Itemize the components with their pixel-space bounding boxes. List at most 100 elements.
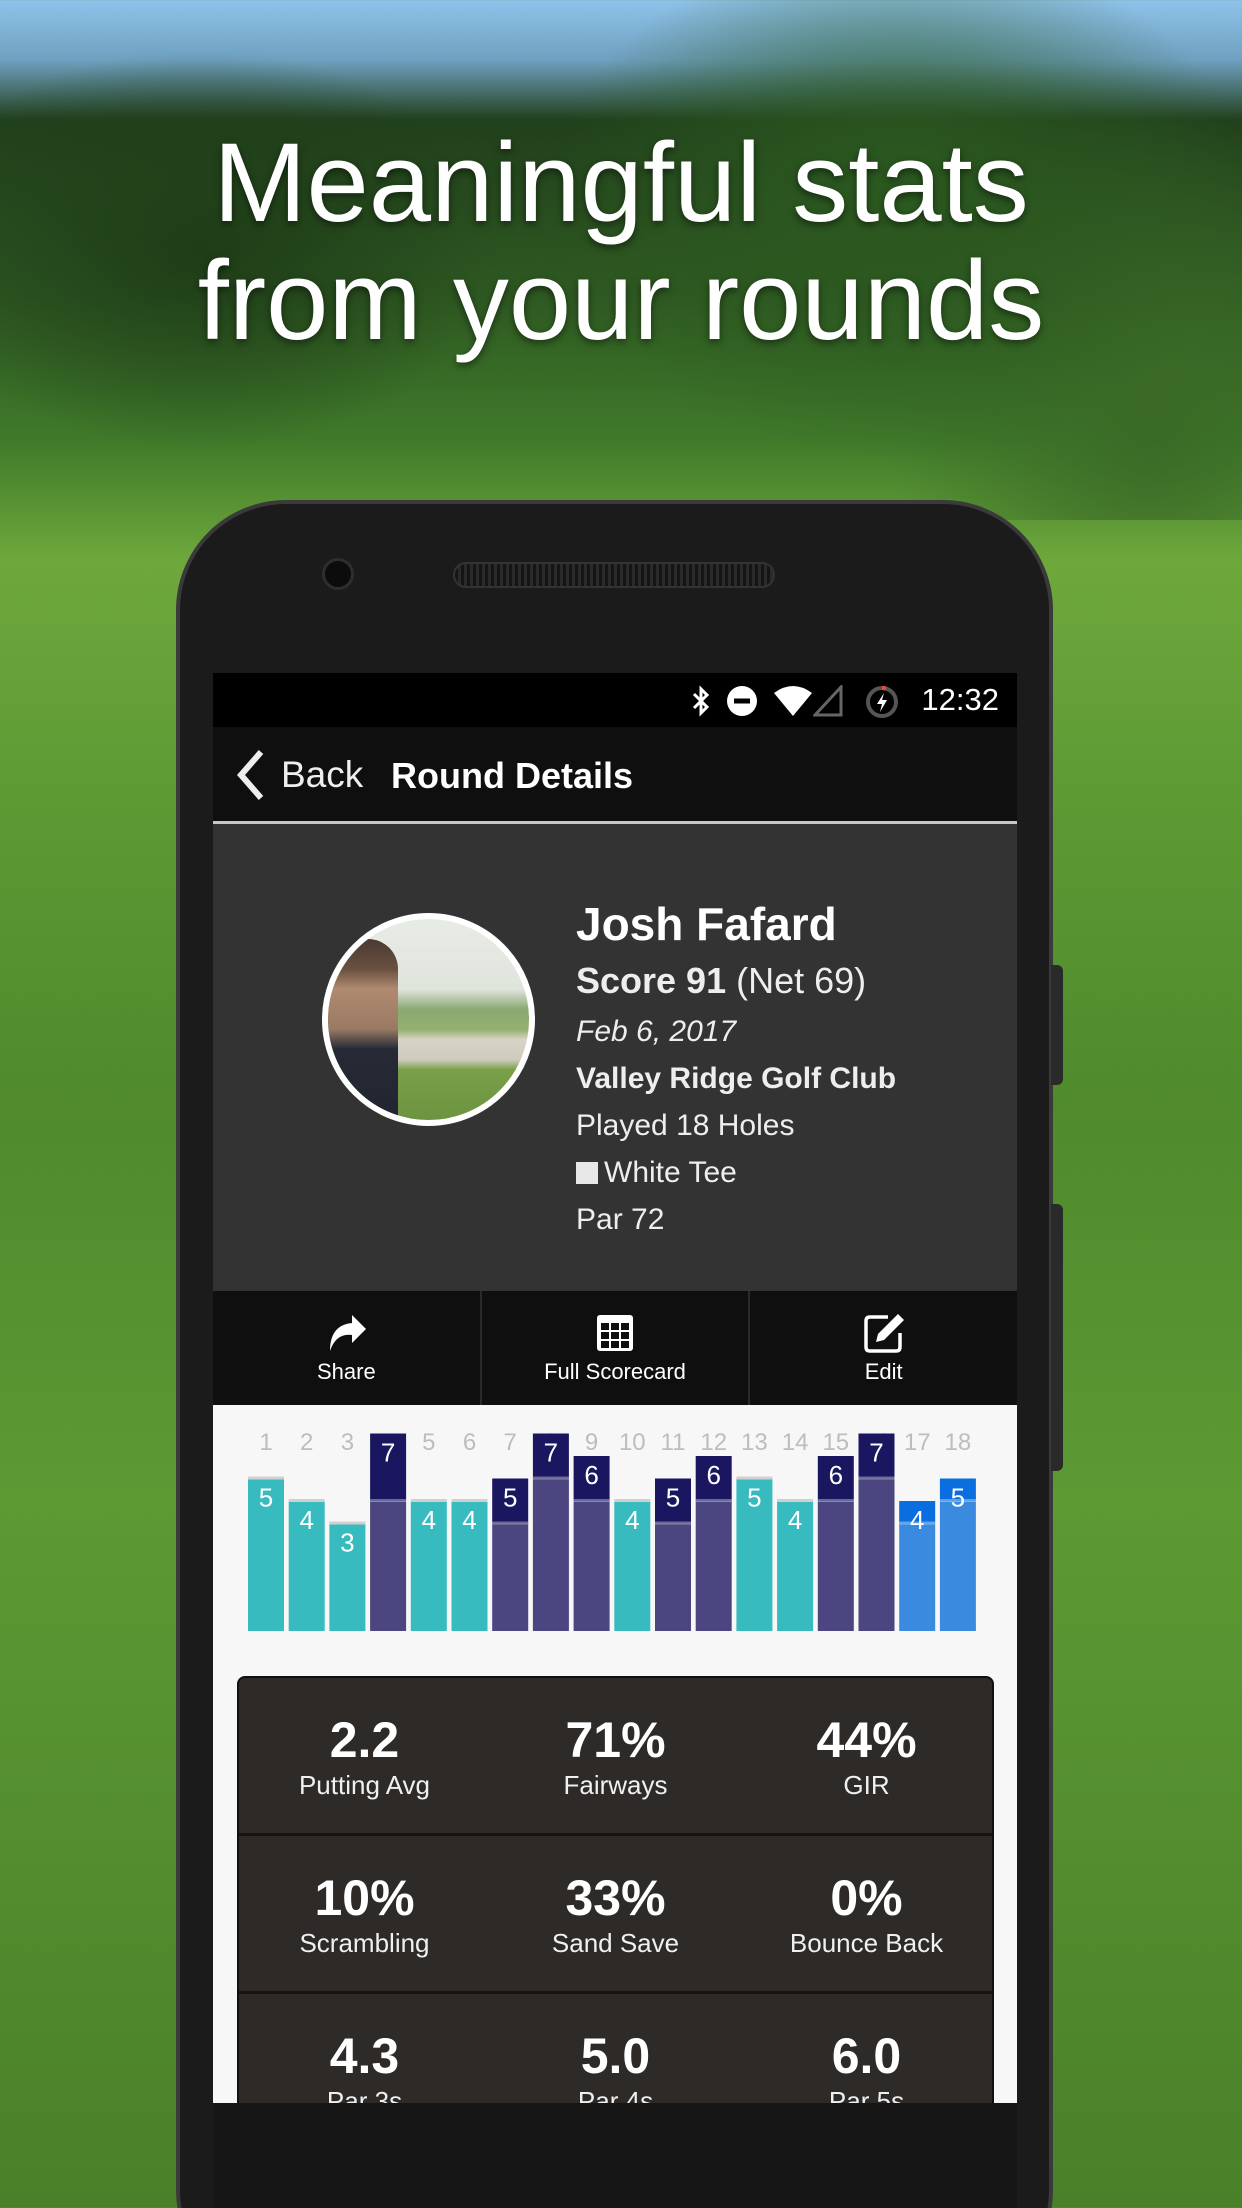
share-icon [330,1315,367,1351]
stat-label: Fairways [563,1770,668,1800]
stat-value: 2.2 [329,1712,400,1768]
battery-charging-icon [866,686,898,718]
stat-label: Putting Avg [298,1770,431,1800]
hole-number-label: 18 [945,1429,972,1456]
stats-row: 10% Scrambling 33% Sand Save 0% Bounce Back [239,1836,992,1994]
stat-scrambling: 10% Scrambling [239,1836,490,1991]
par-bar [858,1478,895,1631]
stat-value: 0% [830,1870,903,1926]
stats-card: 2.2 Putting Avg 71% Fairways 44% GIR 10% Scramb… [237,1676,994,2103]
par-bar [532,1478,569,1631]
hole-number-label: 2 [300,1429,313,1456]
do-not-disturb-icon [727,686,757,716]
chevron-left-icon [237,750,264,800]
status-bar: 12:32 [213,673,1017,727]
hole-score-chart: 1524334754647587961041151261351441561671… [248,1429,976,1631]
par-line [777,1499,814,1502]
par-line [370,1499,407,1502]
par-bar [939,1501,976,1631]
round-summary: Josh Fafard Score 91 (Net 69) Feb 6, 201… [213,824,1017,1291]
par-line [492,1521,529,1525]
stat-value: 44% [816,1712,917,1768]
hole-number-label: 14 [782,1429,809,1456]
stat-bounce-back: 0% Bounce Back [741,1836,992,1991]
stats-row: 4.3 Par 3s 5.0 Par 4s 6.0 Par 5s [239,1994,992,2103]
stat-value: 6.0 [831,2028,902,2084]
app-bar: Back Round Details [213,727,1017,824]
course-name: Valley Ridge Golf Club [576,1062,897,1095]
stat-label: GIR [843,1770,890,1800]
hole-number-label: 1 [259,1429,272,1456]
score-label: 5 [951,1483,965,1513]
clock: 12:32 [921,682,999,717]
headline-line-2: from your rounds [197,238,1045,363]
par-line [288,1499,325,1502]
stat-par-4s: 5.0 Par 4s [490,1994,741,2103]
score-label: 4 [625,1505,639,1535]
par-bar [655,1523,691,1631]
score-label: 4 [299,1505,313,1535]
round-date: Feb 6, 2017 [576,1015,737,1048]
par-line [248,1476,284,1480]
stat-label: Par 5s [828,2086,905,2103]
tee-color-swatch [576,1162,598,1184]
stat-label: Par 4s [577,2086,654,2103]
hole-number-label: 9 [585,1429,598,1456]
hole-number-label: 13 [741,1429,768,1456]
volume-button [1051,1204,1063,1471]
hole-number-label: 17 [904,1429,931,1456]
score-label: 4 [788,1505,802,1535]
headline-line-1: Meaningful stats [213,120,1029,245]
stat-fairways: 71% Fairways [490,1678,741,1833]
par-bar [817,1501,854,1631]
cell-signal-icon [813,685,843,717]
score-label: 7 [381,1438,395,1468]
par-bar [695,1501,732,1631]
wifi-icon [774,686,812,716]
par-line [858,1476,895,1480]
bluetooth-icon [692,685,710,717]
stat-par-3s: 4.3 Par 3s [239,1994,490,2103]
score-label: 6 [829,1460,843,1490]
edit-label: Edit [864,1359,903,1384]
score-label: 5 [503,1483,517,1513]
tee-name: White Tee [604,1156,737,1189]
hole-number-label: 3 [341,1429,354,1456]
par-bar [899,1523,936,1631]
full-scorecard-button[interactable]: Full Scorecard [482,1291,751,1405]
hole-number-label: 12 [700,1429,727,1456]
par-line [573,1499,610,1502]
score: Score 91 [576,960,727,1001]
score-label: 5 [259,1483,273,1513]
share-button[interactable]: Share [213,1291,482,1405]
phone-bottom-bezel [213,2103,1017,2208]
score-label: 4 [422,1505,436,1535]
par-line [532,1476,569,1480]
par-line [451,1499,488,1502]
stat-label: Sand Save [551,1928,680,1958]
hole-number-label: 6 [463,1429,476,1456]
edit-button[interactable]: Edit [750,1291,1017,1405]
stat-gir: 44% GIR [741,1678,992,1833]
par-bar [370,1501,407,1631]
course-par: Par 72 [576,1203,665,1236]
headline: Meaningful stats from your rounds [0,124,1242,360]
par-line [817,1499,854,1502]
full-scorecard-label: Full Scorecard [544,1359,686,1384]
stat-value: 5.0 [580,2028,651,2084]
net-score: (Net 69) [736,960,867,1001]
par-bar [573,1501,610,1631]
back-label: Back [281,754,364,795]
score-label: 5 [747,1483,761,1513]
stat-sand-save: 33% Sand Save [490,1836,741,1991]
par-line [695,1499,732,1502]
back-button[interactable]: Back [233,749,363,801]
grid-icon [597,1315,633,1351]
speaker-grille [453,562,775,588]
share-label: Share [316,1359,376,1384]
player-name: Josh Fafard [576,898,837,950]
stat-label: Bounce Back [789,1928,944,1958]
power-button [1051,965,1063,1085]
edit-icon [863,1314,904,1353]
hole-number-label: 11 [661,1429,686,1456]
